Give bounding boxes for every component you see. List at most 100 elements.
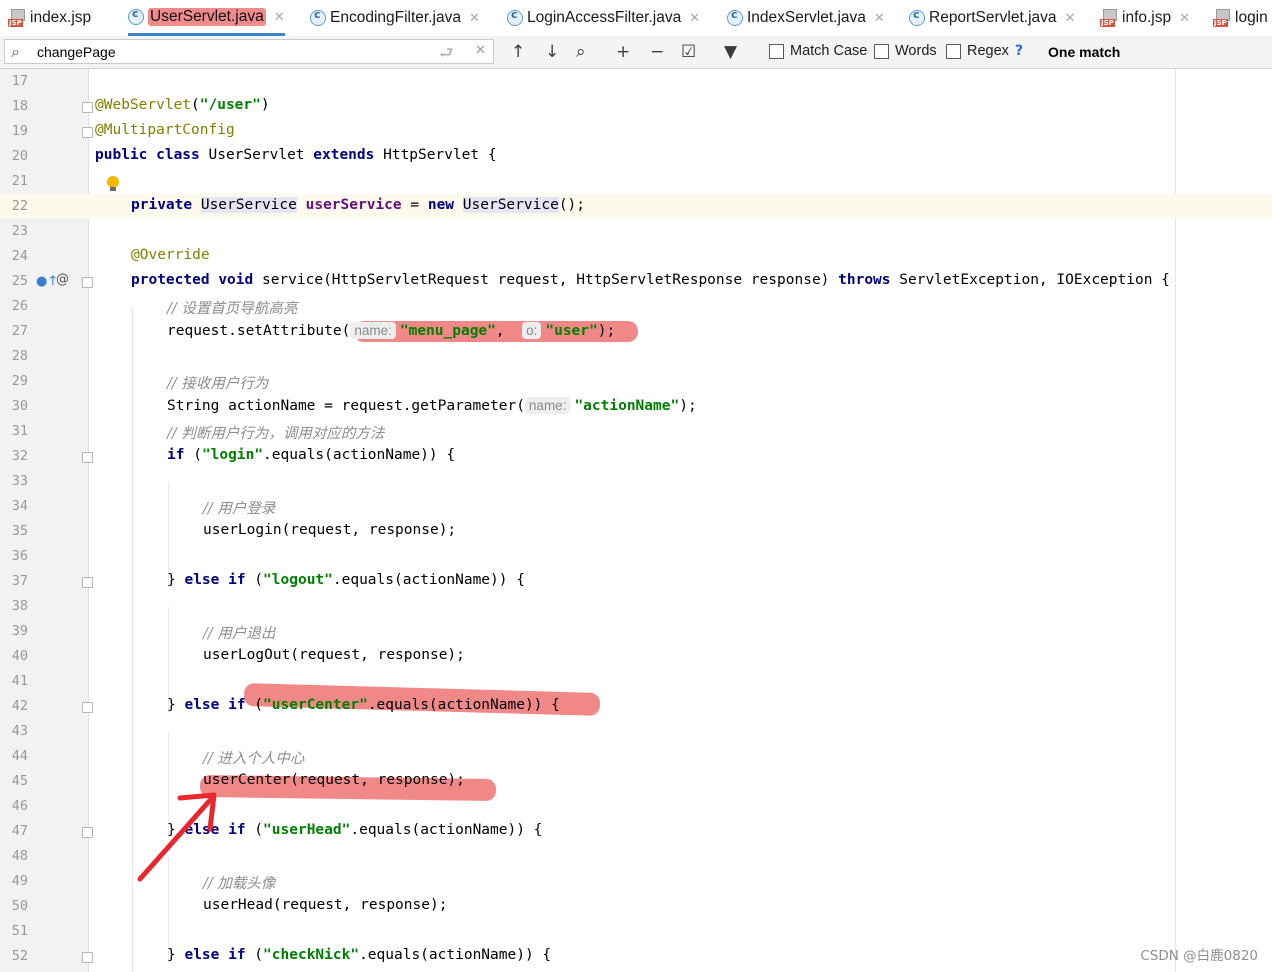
tab-index-jsp[interactable]: index.jsp — [8, 0, 91, 36]
regex-label: Regex — [967, 43, 1009, 59]
add-selection-icon[interactable]: + — [616, 42, 630, 62]
tab-label: LoginAccessFilter.java — [527, 9, 682, 26]
close-tab-icon[interactable]: ✕ — [689, 10, 700, 26]
tab-indexservlet-java[interactable]: IndexServlet.java ✕ — [727, 0, 885, 36]
code-token: ServletException, IOException { — [890, 272, 1170, 288]
code-text: @WebServlet("/user") — [95, 97, 270, 113]
match-case-label: Match Case — [790, 43, 868, 59]
keyword-token: private — [131, 197, 193, 213]
search-icon[interactable]: ⌕ — [11, 42, 20, 62]
code-text: public class UserServlet extends HttpSer… — [95, 147, 497, 163]
comment-token: // 判断用户行为，调用对应的方法 — [167, 426, 385, 442]
tab-label: EncodingFilter.java — [330, 9, 461, 26]
line-number: 43 — [11, 723, 28, 739]
line-number: 26 — [11, 298, 28, 314]
line-number: 34 — [11, 498, 28, 514]
string-token: "logout" — [263, 572, 333, 588]
string-token: "actionName" — [574, 398, 680, 414]
code-text: if ("login".equals(actionName)) { — [167, 447, 455, 463]
select-all-occurrences-icon[interactable]: ☑ — [681, 42, 696, 62]
code-line: 35 userLogin(request, response); — [0, 519, 1272, 544]
find-all-icon[interactable]: ⌕ — [576, 42, 586, 62]
code-token: ); — [597, 323, 616, 339]
regex-help-link[interactable]: ? — [1015, 43, 1023, 59]
close-tab-icon[interactable]: ✕ — [274, 9, 285, 25]
code-token: ); — [679, 398, 697, 414]
remove-selection-icon[interactable]: − — [650, 42, 664, 62]
type-token: UserService — [462, 197, 559, 213]
code-line: 37 } else if ("logout".equals(actionName… — [0, 569, 1272, 594]
tab-label: login — [1235, 9, 1268, 26]
line-number: 32 — [11, 448, 28, 464]
string-token: "menu_page" — [399, 323, 496, 339]
code-line: 43 — [0, 719, 1272, 744]
code-line: 51 — [0, 919, 1272, 944]
search-field[interactable]: ⌕ ⮐ ✕ — [4, 39, 494, 64]
code-line: 29 // 接收用户行为 — [0, 369, 1272, 394]
tab-info-jsp[interactable]: info.jsp ✕ — [1100, 0, 1190, 36]
code-line: 32 if ("login".equals(actionName)) { — [0, 444, 1272, 469]
line-number: 45 — [11, 773, 28, 789]
checkbox-box[interactable] — [769, 43, 784, 59]
line-number: 50 — [11, 898, 28, 914]
code-text: } else if ("userCenter".equals(actionNam… — [167, 697, 560, 713]
code-line: 52 } else if ("checkNick".equals(actionN… — [0, 944, 1272, 969]
code-token: .equals(actionName)) { — [359, 947, 552, 963]
keyword-token: if — [167, 447, 185, 463]
code-line: 39 // 用户退出 — [0, 619, 1272, 644]
code-token: .equals(actionName)) { — [350, 822, 543, 838]
code-token: HttpServlet { — [374, 147, 497, 163]
tab-login-jsp[interactable]: login — [1213, 0, 1268, 36]
close-tab-icon[interactable]: ✕ — [1179, 10, 1190, 26]
tab-label: ReportServlet.java — [929, 9, 1057, 26]
java-class-icon — [909, 8, 925, 26]
code-token: ( — [245, 822, 264, 838]
line-number: 19 — [11, 123, 28, 139]
match-count: One match — [1048, 44, 1121, 60]
code-editor[interactable]: ●↑ @ 17 18 @WebServlet("/user") 19 @Mult… — [0, 69, 1272, 972]
tab-label: IndexServlet.java — [747, 9, 866, 26]
comment-token: // 用户登录 — [203, 501, 276, 517]
line-number: 31 — [11, 423, 28, 439]
tab-label: index.jsp — [30, 9, 92, 26]
annotation-token: @Override — [131, 247, 210, 263]
previous-occurrence-icon[interactable]: ↑ — [511, 42, 525, 62]
code-line: 18 @WebServlet("/user") — [0, 94, 1272, 119]
words-checkbox[interactable]: Words — [874, 43, 937, 59]
tab-encodingfilter-java[interactable]: EncodingFilter.java ✕ — [310, 0, 480, 36]
tab-reportservlet-java[interactable]: ReportServlet.java ✕ — [909, 0, 1075, 36]
code-token: userLogin(request, response); — [203, 522, 457, 538]
line-number: 49 — [11, 873, 28, 889]
tab-userservlet-java[interactable]: UserServlet.java ✕ — [128, 0, 285, 36]
close-tab-icon[interactable]: ✕ — [1065, 10, 1076, 26]
close-tab-icon[interactable]: ✕ — [469, 10, 480, 26]
line-number: 44 — [11, 748, 28, 764]
code-token: request.setAttribute( — [167, 323, 351, 339]
line-number: 24 — [11, 248, 28, 264]
next-occurrence-icon[interactable]: ↓ — [545, 42, 559, 62]
checkbox-box[interactable] — [874, 43, 889, 59]
code-line: 24 @Override — [0, 244, 1272, 269]
parameter-hint: name: — [524, 397, 571, 414]
watermark-text: CSDN @白鹿0820 — [1140, 948, 1258, 964]
close-tab-icon[interactable]: ✕ — [874, 10, 885, 26]
line-number: 20 — [11, 148, 28, 164]
search-input[interactable] — [35, 41, 429, 63]
code-line: 26 // 设置首页导航高亮 — [0, 294, 1272, 319]
tab-loginaccessfilter-java[interactable]: LoginAccessFilter.java ✕ — [507, 0, 700, 36]
checkbox-box[interactable] — [946, 43, 961, 59]
red-arrow-annotation — [137, 792, 217, 882]
clear-search-icon[interactable]: ✕ — [475, 43, 486, 58]
string-token: "userHead" — [263, 822, 351, 838]
line-number: 38 — [11, 598, 28, 614]
keyword-token: void — [218, 272, 254, 288]
filter-icon[interactable]: ▼ — [724, 42, 737, 62]
regex-checkbox[interactable]: Regex — [946, 43, 1009, 59]
code-token: } — [167, 697, 185, 713]
java-class-icon — [727, 8, 743, 26]
code-token: userCenter(request, response); — [203, 772, 465, 788]
new-line-icon[interactable]: ⮐ — [439, 42, 453, 69]
parameter-hint: name: — [350, 322, 396, 339]
match-case-checkbox[interactable]: Match Case — [769, 43, 867, 59]
string-token: "userCenter" — [263, 697, 368, 713]
